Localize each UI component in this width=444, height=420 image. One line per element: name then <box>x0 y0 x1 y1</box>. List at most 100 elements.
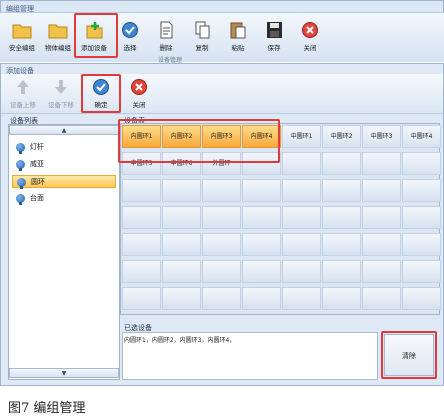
device-cell[interactable] <box>162 206 201 229</box>
device-cell[interactable] <box>202 233 241 256</box>
device-cell[interactable] <box>402 206 441 229</box>
device-cell[interactable] <box>242 206 281 229</box>
list-item-label: 圆环 <box>31 178 45 186</box>
device-cell[interactable] <box>202 179 241 202</box>
toolbar-label: 关闭 <box>132 101 146 109</box>
device-cell[interactable] <box>402 152 441 175</box>
device-cell[interactable] <box>122 179 161 202</box>
device-cell[interactable] <box>322 233 361 256</box>
list-item-label: 威亚 <box>30 160 44 168</box>
safety-group-button[interactable]: 安全编组 <box>4 20 40 56</box>
device-cell[interactable] <box>122 233 161 256</box>
delete-doc-icon <box>160 21 173 39</box>
device-cell[interactable]: 中圆环6 <box>162 152 201 175</box>
list-item-light-pole[interactable]: 灯杆 <box>12 141 116 154</box>
select-globe-icon <box>122 22 138 38</box>
device-cell[interactable] <box>162 179 201 202</box>
device-icon <box>16 160 25 171</box>
scroll-up-button[interactable]: ▲ <box>9 125 119 135</box>
list-item-label: 台面 <box>30 194 44 202</box>
paste-button[interactable]: 粘贴 <box>220 20 256 56</box>
device-cell[interactable] <box>162 233 201 256</box>
device-cell[interactable]: 内圆环1 <box>122 125 161 148</box>
device-cell[interactable]: 中圆环1 <box>282 125 321 148</box>
device-cell[interactable] <box>322 206 361 229</box>
device-cell[interactable] <box>362 287 401 310</box>
device-cell[interactable]: 内圆环3 <box>202 125 241 148</box>
device-cell[interactable] <box>402 287 441 310</box>
device-cell[interactable] <box>362 260 401 283</box>
toolbar-label: 粘贴 <box>231 44 245 52</box>
device-cell[interactable] <box>202 260 241 283</box>
paste-icon <box>230 22 246 39</box>
toolbar-label: 设备下移 <box>48 101 74 109</box>
device-cell[interactable] <box>402 260 441 283</box>
close-button[interactable]: 关闭 <box>122 78 156 112</box>
device-cell[interactable] <box>162 287 201 310</box>
toolbar-label: 复制 <box>195 44 209 52</box>
device-cell[interactable] <box>122 287 161 310</box>
close-icon <box>302 22 318 38</box>
toolbar-label: 安全编组 <box>9 44 35 52</box>
select-button[interactable]: 选择 <box>112 20 148 56</box>
save-button[interactable]: 保存 <box>256 20 292 56</box>
toolbar-label: 保存 <box>267 44 281 52</box>
device-cell[interactable] <box>122 260 161 283</box>
device-cell[interactable]: 中圆环2 <box>322 125 361 148</box>
copy-button[interactable]: 复制 <box>184 20 220 56</box>
device-cell[interactable] <box>322 152 361 175</box>
device-cell[interactable]: 外圆环 <box>202 152 241 175</box>
device-cell[interactable] <box>242 287 281 310</box>
device-cell[interactable] <box>322 287 361 310</box>
move-up-button[interactable]: 设备上移 <box>6 78 40 112</box>
list-item-label: 灯杆 <box>30 143 44 151</box>
device-cell[interactable]: 中圆环5 <box>122 152 161 175</box>
device-cell[interactable] <box>282 233 321 256</box>
device-cell[interactable] <box>122 206 161 229</box>
list-item-ring[interactable]: 圆环 <box>12 175 116 189</box>
toolbar-label: 删除 <box>159 44 173 52</box>
device-cell[interactable] <box>362 152 401 175</box>
device-cell[interactable] <box>402 233 441 256</box>
toolbar-label: 关闭 <box>303 44 317 52</box>
save-icon <box>267 22 282 38</box>
folder-icon <box>12 24 32 39</box>
device-cell[interactable] <box>362 179 401 202</box>
device-cell[interactable] <box>242 179 281 202</box>
device-cell[interactable] <box>282 260 321 283</box>
device-cell[interactable] <box>282 206 321 229</box>
device-cell[interactable] <box>322 260 361 283</box>
close-button[interactable]: 关闭 <box>292 20 328 56</box>
device-cell[interactable] <box>402 179 441 202</box>
device-cell[interactable] <box>242 233 281 256</box>
list-item-stage[interactable]: 台面 <box>12 192 116 205</box>
device-cell[interactable] <box>202 206 241 229</box>
device-cell[interactable]: 中圆环3 <box>362 125 401 148</box>
device-cell[interactable] <box>282 152 321 175</box>
toolbar-label: 选择 <box>123 44 137 52</box>
device-cell[interactable] <box>362 206 401 229</box>
device-cell[interactable]: 内圆环4 <box>242 125 281 148</box>
move-down-button[interactable]: 设备下移 <box>44 78 78 112</box>
device-cell[interactable] <box>362 233 401 256</box>
device-cell[interactable] <box>162 260 201 283</box>
device-cell[interactable] <box>282 287 321 310</box>
list-item-wire[interactable]: 威亚 <box>12 158 116 171</box>
device-cell[interactable] <box>242 260 281 283</box>
confirm-globe-icon <box>93 79 109 95</box>
arrow-up-icon <box>17 80 29 94</box>
device-cell[interactable] <box>322 179 361 202</box>
device-cell[interactable] <box>202 287 241 310</box>
delete-button[interactable]: 删除 <box>148 20 184 56</box>
arrow-down-icon <box>55 80 67 94</box>
scroll-down-button[interactable]: ▼ <box>9 368 119 378</box>
copy-icon <box>195 21 210 39</box>
device-cell[interactable]: 内圆环2 <box>162 125 201 148</box>
add-device-button[interactable]: 添加设备 <box>76 20 112 56</box>
device-cell[interactable] <box>242 152 281 175</box>
object-group-button[interactable]: 物体编组 <box>40 20 76 56</box>
clear-button[interactable]: 清除 <box>384 334 434 376</box>
confirm-button[interactable]: 确定 <box>84 78 118 112</box>
device-cell[interactable] <box>282 179 321 202</box>
device-cell[interactable]: 中圆环4 <box>402 125 441 148</box>
